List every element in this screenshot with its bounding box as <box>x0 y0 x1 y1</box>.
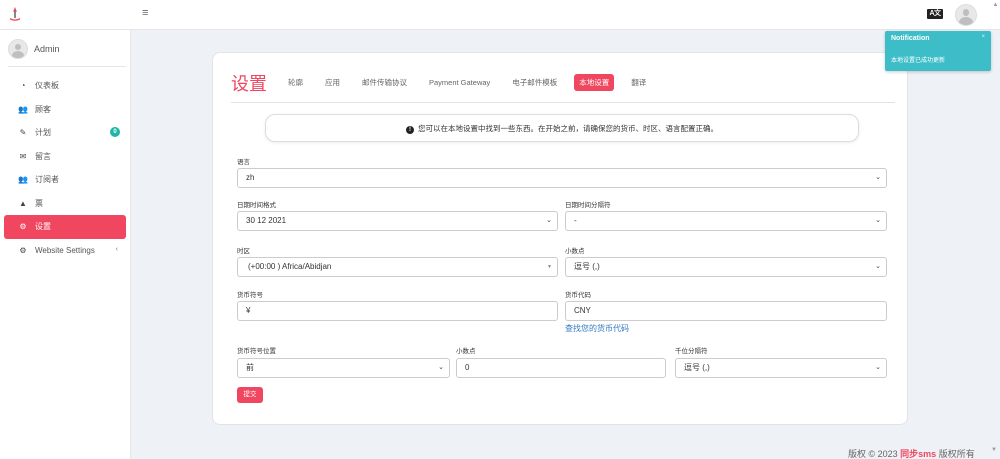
sidebar-item-label: Website Settings <box>35 245 95 255</box>
date-format-select[interactable]: 30 12 2021 ⌄ <box>237 211 558 231</box>
notification-title: Notification <box>891 35 930 42</box>
sidebar-user[interactable]: Admin <box>8 38 60 60</box>
page-title: 设置 <box>231 73 267 94</box>
plan-icon: ✎ <box>19 128 27 138</box>
footer-copyright: 版权 © 2023 <box>848 449 898 459</box>
user-avatar[interactable] <box>955 4 977 26</box>
chevron-down-icon: ⌄ <box>438 364 444 371</box>
tab-application[interactable]: 应用 <box>320 74 345 91</box>
language-label: 语言 <box>237 159 250 166</box>
sidebar-item-label: 设置 <box>35 222 51 232</box>
envelope-icon: ✉ <box>19 151 27 161</box>
tab-email-templates[interactable]: 电子邮件模板 <box>507 74 562 91</box>
settings-tabs: 设置 轮廓 应用 邮件传输协议 Payment Gateway 电子邮件模板 本… <box>231 73 895 103</box>
date-format-value: 30 12 2021 <box>246 216 287 225</box>
sidebar-item-tickets[interactable]: ▲ 票 <box>4 192 126 216</box>
decimals-input[interactable]: 0 <box>456 358 666 378</box>
decimals-label: 小数点 <box>456 348 476 355</box>
chevron-down-icon: ⌄ <box>875 263 881 270</box>
sidebar-item-dashboard[interactable]: ◔ 仪表板 <box>4 74 126 98</box>
tab-translation[interactable]: 翻译 <box>626 74 651 91</box>
sidebar-item-website-settings[interactable]: ⚙ Website Settings ‹ <box>4 239 126 263</box>
gear-icon: ⚙ <box>19 222 27 232</box>
date-separator-label: 日期时间分隔符 <box>565 202 611 209</box>
timezone-select[interactable]: (+00:00 ) Africa/Abidjan ▼ <box>237 257 558 277</box>
language-value: zh <box>246 173 255 182</box>
top-bar: ≡ A文 ▲ <box>0 0 1000 30</box>
notification-toast: Notification × 本地设置已成功更新 <box>885 31 991 71</box>
sidebar-item-label: 计划 <box>35 128 51 138</box>
timezone-label: 时区 <box>237 248 250 255</box>
sidebar-menu: ◔ 仪表板 👥 顾客 ✎ 计划 0 ✉ 留言 👥 订阅者 ▲ 票 ⚙ 设置 ⚙ … <box>4 74 126 262</box>
sidebar-item-label: 留言 <box>35 151 51 161</box>
thousand-separator-label: 千位分隔符 <box>675 348 708 355</box>
timezone-value: (+00:00 ) Africa/Abidjan <box>248 262 332 271</box>
thousand-separator-value: 逗号 (,) <box>684 363 710 372</box>
decimal-label: 小数点 <box>565 248 585 255</box>
sidebar-item-label: 仪表板 <box>35 81 59 91</box>
decimal-select[interactable]: 逗号 (,) ⌄ <box>565 257 887 277</box>
footer-rights: 版权所有 <box>938 449 975 459</box>
alert-text: 您可以在本地设置中找到一些东西。在开始之前，请确保您的货币、时区、语言配置正确。 <box>418 124 718 133</box>
settings-card: 设置 轮廓 应用 邮件传输协议 Payment Gateway 电子邮件模板 本… <box>212 52 908 425</box>
warning-icon: ▲ <box>19 198 27 208</box>
chevron-down-icon: ⌄ <box>546 217 552 224</box>
sidebar-item-label: 顾客 <box>35 104 51 114</box>
close-icon[interactable]: × <box>981 34 985 40</box>
tab-local-settings[interactable]: 本地设置 <box>574 74 615 91</box>
sidebar-divider <box>8 66 126 67</box>
decimals-value: 0 <box>465 363 470 372</box>
thousand-separator-select[interactable]: 逗号 (,) ⌄ <box>675 358 887 378</box>
currency-position-label: 货币符号位置 <box>237 348 276 355</box>
caret-down-icon: ▼ <box>547 264 552 270</box>
currency-code-input[interactable]: CNY <box>565 301 887 321</box>
sidebar-item-customers[interactable]: 👥 顾客 <box>4 98 126 122</box>
cogs-icon: ⚙ <box>19 245 27 255</box>
submit-button[interactable]: 提交 <box>237 387 263 403</box>
scroll-down-icon[interactable]: ▼ <box>991 447 997 453</box>
plan-count-badge: 0 <box>110 127 120 137</box>
language-icon[interactable]: A文 <box>927 9 943 19</box>
chevron-down-icon: ⌄ <box>875 174 881 181</box>
notification-message: 本地设置已成功更新 <box>891 58 946 64</box>
chevron-down-icon: ⌄ <box>875 364 881 371</box>
sidebar: Admin ◔ 仪表板 👥 顾客 ✎ 计划 0 ✉ 留言 👥 订阅者 ▲ 票 ⚙ <box>0 30 131 459</box>
footer: 版权 © 2023 同步sms 版权所有 <box>848 447 975 459</box>
date-separator-select[interactable]: - ⌄ <box>565 211 887 231</box>
tab-payment-gateway[interactable]: Payment Gateway <box>424 75 495 90</box>
date-separator-value: - <box>574 216 577 225</box>
tab-profile[interactable]: 轮廓 <box>283 74 308 91</box>
chevron-left-icon: ‹ <box>115 245 118 253</box>
currency-code-value: CNY <box>574 306 591 315</box>
currency-position-value: 前 <box>246 363 254 372</box>
find-currency-code-link[interactable]: 查找您的货币代码 <box>565 323 629 334</box>
date-format-label: 日期时间格式 <box>237 202 276 209</box>
subscribers-icon: 👥 <box>18 175 28 185</box>
decimal-value: 逗号 (,) <box>574 262 600 271</box>
currency-symbol-input[interactable]: ¥ <box>237 301 558 321</box>
chevron-down-icon: ⌄ <box>875 217 881 224</box>
app-logo-icon[interactable] <box>8 6 22 22</box>
info-icon: ! <box>406 126 414 134</box>
scroll-up-icon[interactable]: ▲ <box>991 0 1000 30</box>
currency-symbol-label: 货币符号 <box>237 292 263 299</box>
sidebar-item-plans[interactable]: ✎ 计划 0 <box>4 121 126 145</box>
language-select[interactable]: zh ⌄ <box>237 168 887 188</box>
footer-brand-link[interactable]: 同步sms <box>900 449 936 459</box>
dashboard-icon: ◔ <box>20 81 26 91</box>
sidebar-item-messages[interactable]: ✉ 留言 <box>4 145 126 169</box>
users-icon: 👥 <box>18 104 28 114</box>
user-name: Admin <box>34 44 60 54</box>
sidebar-item-label: 票 <box>35 198 43 208</box>
tab-smtp[interactable]: 邮件传输协议 <box>357 74 412 91</box>
currency-symbol-value: ¥ <box>246 306 251 315</box>
info-alert: ! 您可以在本地设置中找到一些东西。在开始之前，请确保您的货币、时区、语言配置正确… <box>265 114 859 142</box>
sidebar-item-label: 订阅者 <box>35 175 59 185</box>
sidebar-item-subscribers[interactable]: 👥 订阅者 <box>4 168 126 192</box>
currency-position-select[interactable]: 前 ⌄ <box>237 358 450 378</box>
menu-toggle-icon[interactable]: ≡ <box>142 7 148 19</box>
currency-code-label: 货币代码 <box>565 292 591 299</box>
sidebar-avatar <box>8 39 28 59</box>
sidebar-item-settings[interactable]: ⚙ 设置 <box>4 215 126 239</box>
